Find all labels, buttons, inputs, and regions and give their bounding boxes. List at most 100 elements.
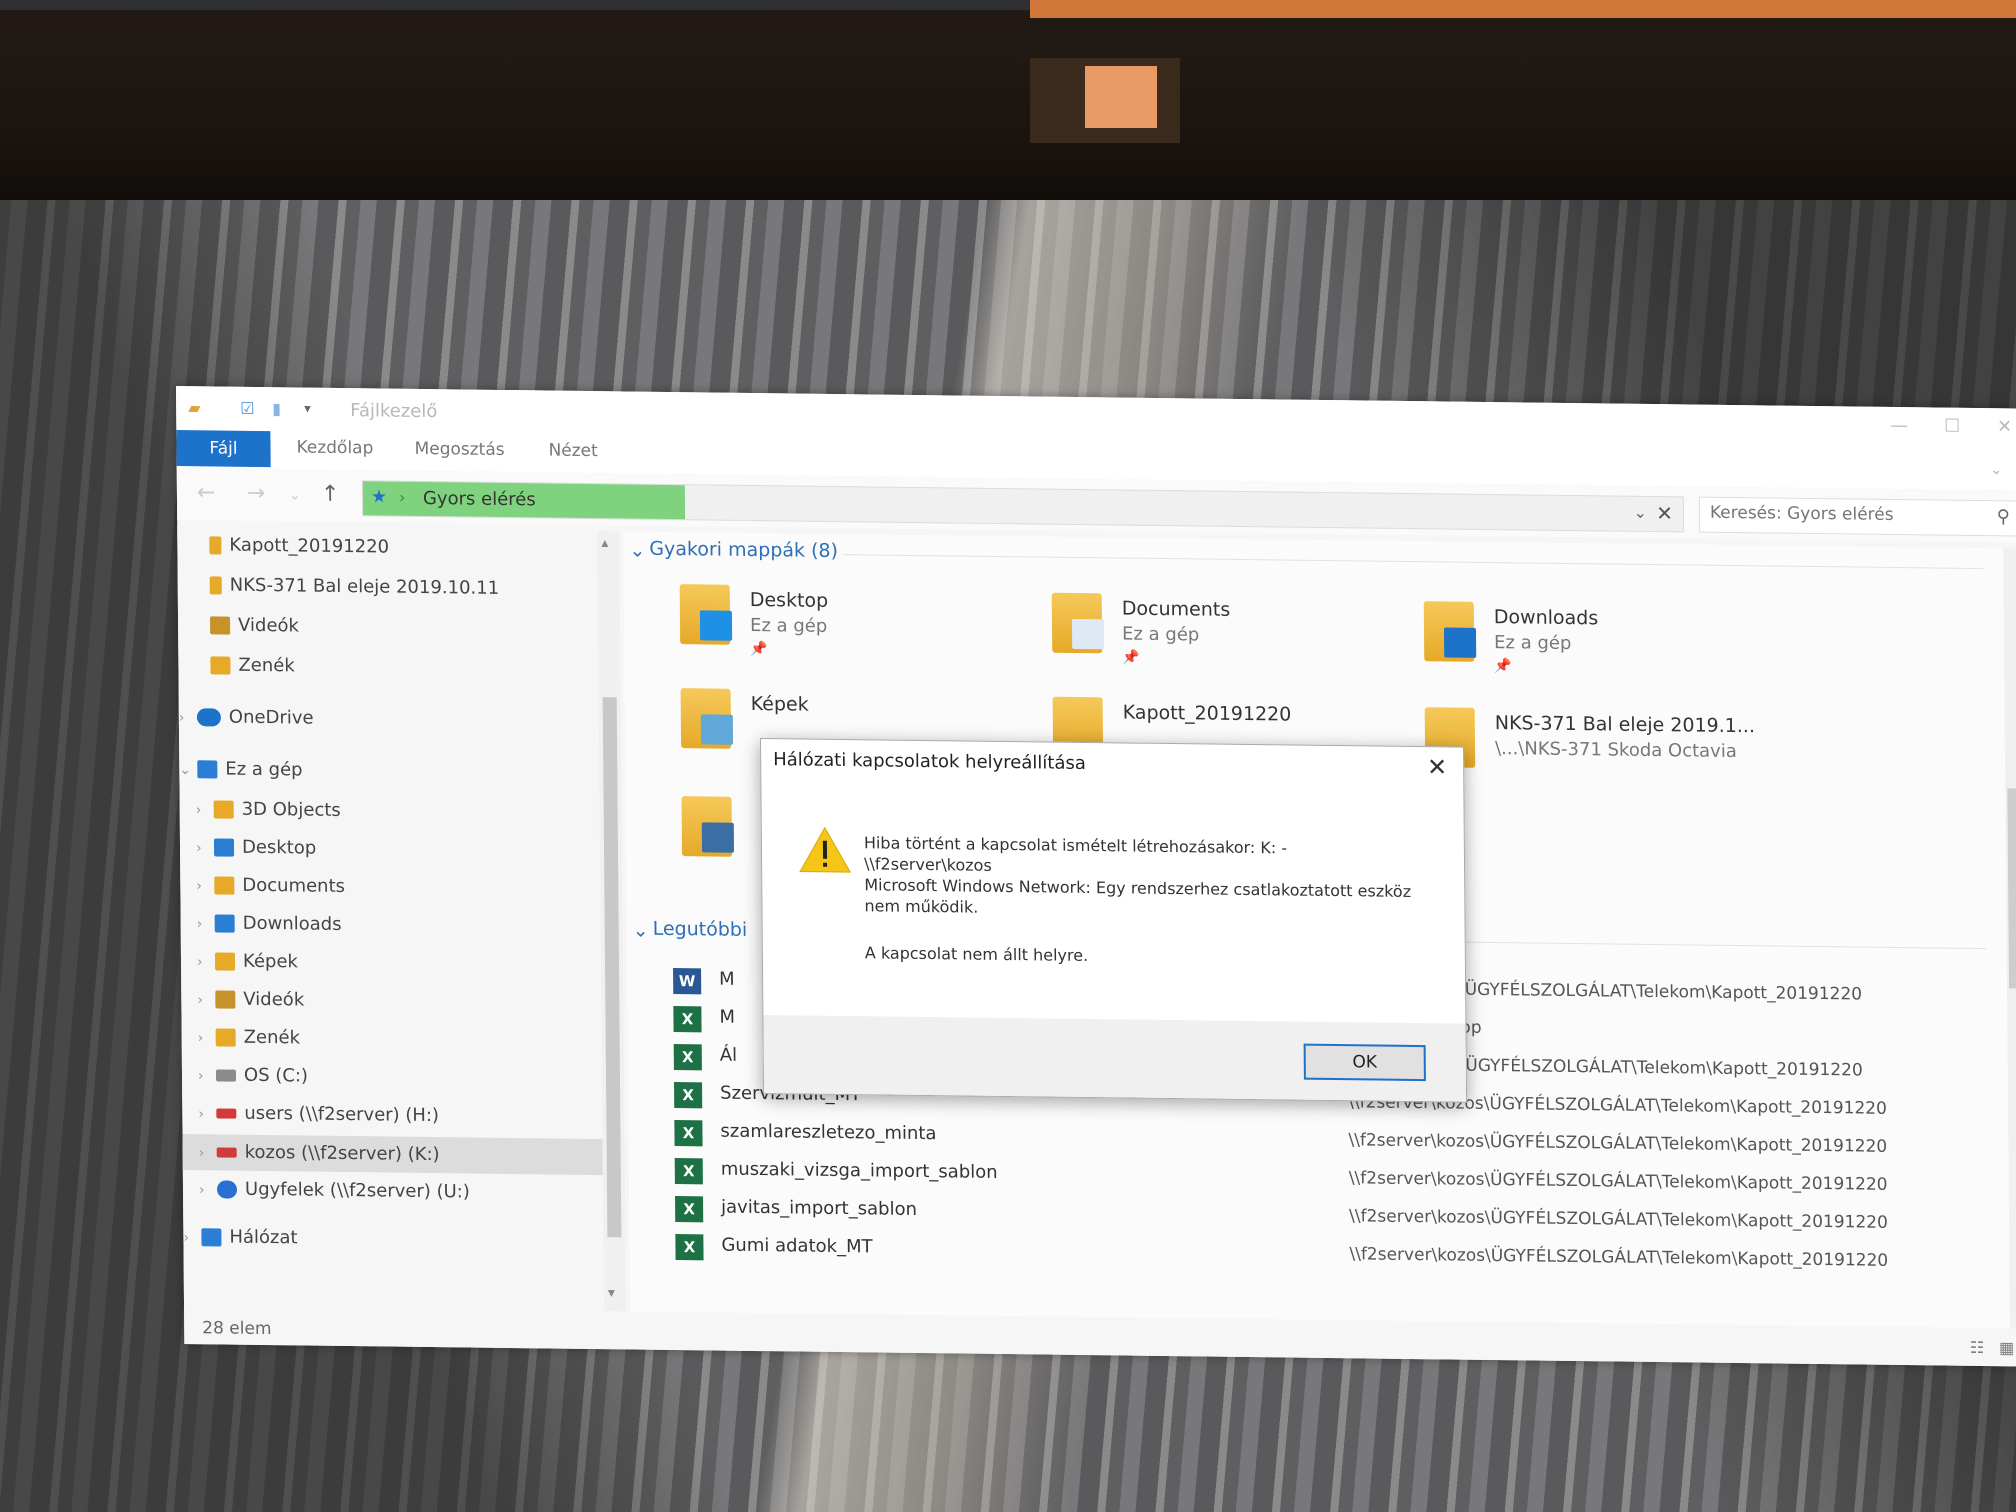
chevron-right-icon[interactable]: › xyxy=(197,987,215,1013)
search-box[interactable]: ⚲ xyxy=(1698,496,2016,537)
folder-icon xyxy=(1051,592,1105,654)
sidebar-item-documents[interactable]: › Documents xyxy=(196,872,345,900)
chevron-right-icon[interactable]: › xyxy=(199,1135,217,1171)
large-icons-view-icon[interactable]: ▦ xyxy=(1999,1338,2014,1357)
tab-view[interactable]: Nézet xyxy=(548,441,597,462)
sidebar-item-label: users (\\f2server) (H:) xyxy=(244,1102,440,1127)
recent-locations-icon[interactable]: ⌄ xyxy=(289,487,301,503)
excel-file-icon: X xyxy=(675,1234,704,1261)
file-name: szamlareszletezo_minta xyxy=(720,1120,937,1145)
chevron-right-icon[interactable]: › xyxy=(183,1225,201,1251)
sidebar-item-users-drive[interactable]: › users (\\f2server) (H:) xyxy=(198,1100,439,1129)
sidebar-item-music[interactable]: › Zenék xyxy=(198,1024,301,1051)
sidebar-item-pictures[interactable]: › Képek xyxy=(197,948,298,975)
recent-files-header[interactable]: Legutóbbi xyxy=(653,918,748,941)
sidebar-item-3d-objects[interactable]: › 3D Objects xyxy=(196,796,341,824)
new-folder-icon[interactable]: ▮ xyxy=(272,399,281,418)
sidebar-item-label: Videók xyxy=(237,614,300,637)
frequent-folders-header[interactable]: Gyakori mappák (8) xyxy=(649,538,838,562)
frequent-folder-nks[interactable]: NKS-371 Bal eleje 2019.1... \...\NKS-371… xyxy=(1424,705,1756,799)
close-icon[interactable]: ✕ xyxy=(1656,501,1673,525)
details-view-icon[interactable]: ☷ xyxy=(1970,1338,1985,1357)
sidebar-item-videos[interactable]: › Videók xyxy=(197,986,304,1013)
back-arrow-icon[interactable]: ← xyxy=(197,480,216,505)
scrollbar-thumb[interactable] xyxy=(2007,788,2016,989)
folder-icon xyxy=(680,688,734,749)
computer-icon xyxy=(197,760,218,779)
tab-share[interactable]: Megosztás xyxy=(414,439,504,460)
scroll-down-icon[interactable]: ▾ xyxy=(608,1285,615,1301)
search-input[interactable] xyxy=(1707,501,1973,527)
minimize-button[interactable]: — xyxy=(1890,415,1908,436)
scrollbar-thumb[interactable] xyxy=(602,697,622,1238)
sidebar-item-videos-quick[interactable]: Videók xyxy=(210,612,299,639)
chevron-right-icon[interactable]: › xyxy=(199,1177,217,1203)
sidebar-item-label: OneDrive xyxy=(228,706,314,729)
up-arrow-icon[interactable]: ↑ xyxy=(321,482,340,507)
folder-location: Ez a gép xyxy=(1494,632,1572,655)
excel-file-icon: X xyxy=(673,1006,702,1033)
chevron-right-icon[interactable]: › xyxy=(197,911,215,937)
chevron-right-icon[interactable]: › xyxy=(399,488,406,507)
properties-icon[interactable]: ☑ xyxy=(240,399,255,418)
close-window-button[interactable]: ✕ xyxy=(1997,416,2012,437)
search-icon[interactable]: ⚲ xyxy=(1997,506,2010,527)
chevron-right-icon[interactable]: › xyxy=(197,949,215,975)
file-name: M xyxy=(719,1006,736,1028)
videos-folder-icon xyxy=(215,990,236,1009)
frequent-folder-desktop[interactable]: Desktop Ez a gép 📌 xyxy=(679,582,1011,676)
sidebar-item-label: Downloads xyxy=(242,912,342,935)
sidebar-item-onedrive[interactable]: › OneDrive xyxy=(179,704,314,732)
chevron-right-icon[interactable]: › xyxy=(198,1101,216,1127)
webcam-light xyxy=(1085,66,1157,128)
group-chevron-icon[interactable]: ⌄ xyxy=(633,920,649,942)
chevron-down-icon[interactable]: ⌄ xyxy=(1633,503,1647,522)
chevron-right-icon[interactable]: › xyxy=(196,835,214,861)
divider xyxy=(843,554,1984,570)
group-chevron-icon[interactable]: ⌄ xyxy=(629,540,645,562)
sidebar-item-network[interactable]: › Hálózat xyxy=(183,1224,297,1251)
frequent-folder-downloads[interactable]: Downloads Ez a gép 📌 xyxy=(1423,599,1755,693)
file-path: kozos\ÜGYFÉLSZOLGÁLAT\Telekom\Kapott_201… xyxy=(1411,979,1863,1005)
file-path: \\f2server\kozos\ÜGYFÉLSZOLGÁLAT\Telekom… xyxy=(1349,1244,1889,1271)
address-bar[interactable]: ★ › Gyors elérés ⌄ ✕ xyxy=(361,480,1685,533)
chevron-right-icon[interactable]: › xyxy=(198,1025,216,1051)
close-icon[interactable]: ✕ xyxy=(1427,753,1447,781)
chevron-right-icon[interactable]: › xyxy=(196,873,214,899)
scroll-up-icon[interactable]: ▴ xyxy=(601,535,608,551)
sidebar-item-kozos-drive[interactable]: › kozos (\\f2server) (K:) xyxy=(182,1134,603,1176)
sidebar-item-downloads[interactable]: › Downloads xyxy=(197,910,342,938)
sidebar-item-label: kozos (\\f2server) (K:) xyxy=(244,1141,440,1166)
folder-location: \...\NKS-371 Skoda Octavia xyxy=(1494,738,1737,763)
sidebar-item-nks[interactable]: NKS-371 Bal eleje 2019.10.11 xyxy=(209,572,500,602)
pictures-folder-icon xyxy=(214,952,236,971)
item-count: 28 elem xyxy=(202,1318,272,1340)
chevron-down-icon[interactable]: ⌄ xyxy=(179,757,197,783)
address-location[interactable]: Gyors elérés xyxy=(423,488,536,510)
pictures-badge-icon xyxy=(700,714,734,745)
sidebar-item-label: Kapott_20191220 xyxy=(229,534,390,558)
sidebar-item-label: Desktop xyxy=(241,836,317,859)
ok-button[interactable]: OK xyxy=(1303,1043,1426,1082)
file-name: M xyxy=(719,968,735,990)
chevron-right-icon[interactable]: › xyxy=(196,797,214,823)
tab-home[interactable]: Kezdőlap xyxy=(296,437,373,458)
file-name: Ál xyxy=(719,1044,738,1066)
word-file-icon: W xyxy=(673,968,702,995)
sidebar-item-this-pc[interactable]: ⌄ Ez a gép xyxy=(179,756,302,784)
chevron-right-icon[interactable]: › xyxy=(179,705,197,731)
maximize-button[interactable]: ☐ xyxy=(1944,416,1960,437)
customize-toolbar-icon[interactable]: ▾ xyxy=(304,402,311,420)
chevron-down-icon[interactable]: ⌄ xyxy=(1990,460,2003,478)
tab-file[interactable]: Fájl xyxy=(176,430,271,468)
folder-name: Downloads xyxy=(1493,606,1599,630)
sidebar-item-ugyfelek-drive[interactable]: › Ugyfelek (\\f2server) (U:) xyxy=(199,1176,470,1205)
frequent-folder-documents[interactable]: Documents Ez a gép 📌 xyxy=(1051,591,1383,685)
excel-file-icon: X xyxy=(675,1196,704,1223)
forward-arrow-icon[interactable]: → xyxy=(247,481,266,506)
sidebar-item-os-drive[interactable]: › OS (C:) xyxy=(198,1062,308,1089)
sidebar-item-music-quick[interactable]: Zenék xyxy=(210,652,295,679)
sidebar-item-desktop[interactable]: › Desktop xyxy=(196,834,316,861)
sidebar-item-kapott[interactable]: Kapott_20191220 xyxy=(209,532,389,560)
chevron-right-icon[interactable]: › xyxy=(198,1063,216,1089)
